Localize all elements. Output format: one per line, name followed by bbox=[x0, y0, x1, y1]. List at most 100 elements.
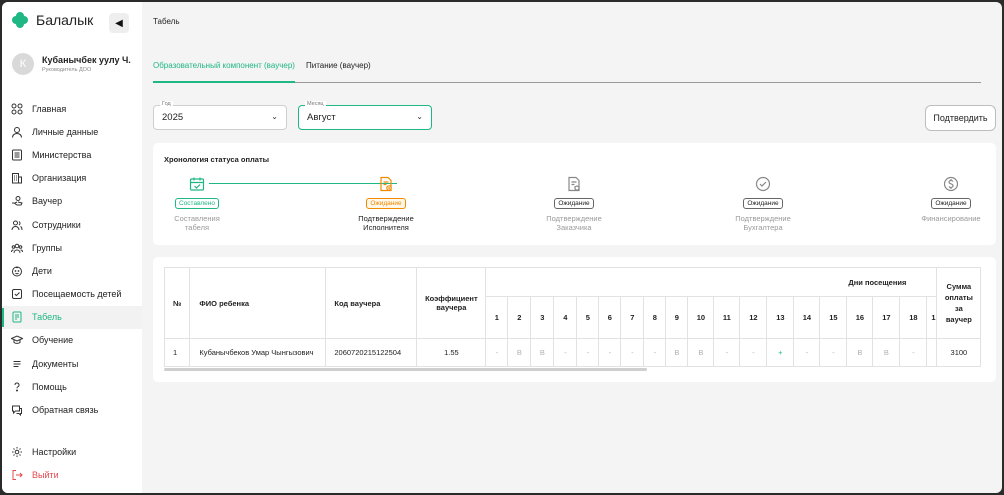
sidebar-item-logout[interactable]: Выйти bbox=[2, 463, 142, 486]
sidebar-item-feedback[interactable]: Обратная связь bbox=[2, 398, 142, 421]
cell-day-mark[interactable]: - bbox=[739, 338, 768, 367]
sidebar-item-attendance[interactable]: Посещаемость детей bbox=[2, 283, 142, 306]
tab-educational-component[interactable]: Образовательный компонент (ваучер) bbox=[153, 61, 295, 83]
cell-number: 1 bbox=[164, 338, 191, 367]
tab-nutrition[interactable]: Питание (ваучер) bbox=[306, 61, 371, 83]
cell-day-mark[interactable]: - bbox=[553, 338, 578, 367]
column-header-coefficient: Коэффициент ваучера bbox=[416, 267, 487, 339]
sidebar-item-label: Обучение bbox=[32, 335, 74, 346]
cell-day-mark[interactable]: - bbox=[643, 338, 667, 367]
graduation-icon bbox=[11, 334, 23, 346]
sidebar-item-children[interactable]: Дети bbox=[2, 259, 142, 282]
main-content: Табель Образовательный компонент (ваучер… bbox=[142, 2, 1002, 493]
day-header: 12 bbox=[739, 296, 768, 339]
cell-day-mark[interactable]: - bbox=[793, 338, 821, 367]
step-label: Финансирование bbox=[921, 214, 981, 223]
chevron-down-icon: ⌄ bbox=[416, 112, 423, 121]
cell-day-mark[interactable] bbox=[926, 338, 938, 367]
day-header: 14 bbox=[793, 296, 821, 339]
tab-bar: Образовательный компонент (ваучер) Питан… bbox=[153, 61, 981, 83]
timesheet-table-scroll[interactable]: № ФИО ребенка Код ваучера Коэффициент вау… bbox=[164, 267, 984, 371]
day-header: 17 bbox=[872, 296, 901, 339]
sidebar-item-label: Посещаемость детей bbox=[32, 289, 122, 300]
step-label: Подтверждение Заказчика bbox=[546, 214, 602, 232]
sidebar-item-home[interactable]: Главная bbox=[2, 97, 142, 120]
day-header: 11 bbox=[713, 296, 741, 339]
check-square-icon bbox=[11, 288, 23, 300]
cell-day-mark[interactable]: - bbox=[576, 338, 600, 367]
document-pending-icon bbox=[378, 176, 394, 192]
profile-name: Кубанычбек уулу Ч. bbox=[42, 55, 131, 65]
app-logo[interactable]: Балалык bbox=[12, 12, 93, 28]
day-header: 8 bbox=[643, 296, 667, 339]
sidebar-item-training[interactable]: Обучение bbox=[2, 329, 142, 352]
cell-day-mark[interactable]: В bbox=[530, 338, 555, 367]
column-header-voucher-code: Код ваучера bbox=[325, 267, 418, 339]
table-row[interactable]: 1 Кубанычбеков Умар Чынгызович 206072021… bbox=[164, 338, 982, 367]
sidebar-item-documents[interactable]: Документы bbox=[2, 352, 142, 375]
day-header: 15 bbox=[819, 296, 848, 339]
cell-day-mark[interactable]: - bbox=[819, 338, 848, 367]
chevron-down-icon: ⌄ bbox=[271, 112, 278, 121]
sidebar-item-label: Документы bbox=[32, 358, 79, 369]
column-header-number: № bbox=[164, 267, 191, 339]
sidebar-item-label: Обратная связь bbox=[32, 405, 99, 416]
sidebar-item-settings[interactable]: Настройки bbox=[2, 440, 142, 463]
cell-day-mark[interactable]: В bbox=[687, 338, 715, 367]
sidebar-item-staff[interactable]: Сотрудники bbox=[2, 213, 142, 236]
timeline-step-accountant: Ожидание Подтверждение Бухгалтера bbox=[713, 176, 813, 232]
sidebar-item-label: Выйти bbox=[32, 469, 59, 480]
day-header: 16 bbox=[846, 296, 874, 339]
day-header: 1 bbox=[485, 296, 509, 339]
calendar-check-icon bbox=[189, 176, 205, 192]
column-header-payment-sum: Сумма оплаты за ваучер bbox=[936, 267, 982, 339]
cell-day-mark[interactable]: В bbox=[507, 338, 532, 367]
year-select[interactable]: Год 2025 ⌄ bbox=[153, 101, 287, 130]
cell-day-mark[interactable]: - bbox=[485, 338, 509, 367]
sidebar-item-label: Настройки bbox=[32, 446, 77, 457]
cell-day-mark[interactable]: - bbox=[713, 338, 741, 367]
month-select-label: Месяц bbox=[305, 101, 326, 107]
cell-day-mark[interactable]: - bbox=[620, 338, 645, 367]
confirm-button[interactable]: Подтвердить bbox=[925, 105, 996, 131]
cell-day-mark[interactable]: - bbox=[598, 338, 622, 367]
grid-icon bbox=[11, 103, 23, 115]
sidebar-item-help[interactable]: Помощь bbox=[2, 375, 142, 398]
breadcrumb: Табель bbox=[153, 17, 180, 26]
user-profile[interactable]: К Кубанычбек уулу Ч. Руководитель ДОО bbox=[12, 53, 131, 75]
status-badge: Ожидание bbox=[743, 198, 783, 209]
timeline-step-financing: Ожидание Финансирование bbox=[901, 176, 1001, 223]
sidebar-item-groups[interactable]: Группы bbox=[2, 236, 142, 259]
year-select-value: 2025 bbox=[162, 112, 184, 123]
cell-day-mark[interactable]: В bbox=[665, 338, 689, 367]
month-select[interactable]: Месяц Август ⌄ bbox=[298, 101, 432, 130]
year-select-label: Год bbox=[160, 101, 173, 107]
document-icon bbox=[11, 358, 23, 370]
column-header-child-name: ФИО ребенка bbox=[189, 267, 327, 339]
building-icon bbox=[11, 172, 23, 184]
status-badge: Ожидание bbox=[931, 198, 971, 209]
sidebar-item-ministries[interactable]: Министерства bbox=[2, 143, 142, 166]
sidebar-bottom-nav: Настройки Выйти bbox=[2, 440, 142, 486]
app-name: Балалык bbox=[36, 12, 94, 28]
cell-day-mark[interactable]: + bbox=[766, 338, 795, 367]
sidebar-item-personal-data[interactable]: Личные данные bbox=[2, 120, 142, 143]
sidebar-item-label: Главная bbox=[32, 103, 67, 114]
day-header: 5 bbox=[576, 296, 600, 339]
cell-coefficient: 1.55 bbox=[416, 338, 487, 367]
month-select-value: Август bbox=[307, 112, 336, 123]
clover-logo-icon bbox=[12, 12, 28, 28]
cell-day-mark[interactable]: В bbox=[872, 338, 901, 367]
sidebar-item-organization[interactable]: Организация bbox=[2, 167, 142, 190]
staff-icon bbox=[11, 219, 23, 231]
horizontal-scrollbar[interactable] bbox=[164, 368, 647, 371]
child-icon bbox=[11, 265, 23, 277]
sidebar-item-timesheet[interactable]: Табель bbox=[2, 305, 142, 329]
list-icon bbox=[11, 149, 23, 161]
status-badge: Ожидание bbox=[366, 198, 406, 209]
cell-day-mark[interactable]: - bbox=[899, 338, 928, 367]
collapse-sidebar-button[interactable]: ◀ bbox=[109, 13, 129, 33]
sidebar-item-label: Ваучер bbox=[32, 196, 63, 207]
cell-day-mark[interactable]: В bbox=[846, 338, 874, 367]
sidebar-item-voucher[interactable]: Ваучер bbox=[2, 190, 142, 213]
